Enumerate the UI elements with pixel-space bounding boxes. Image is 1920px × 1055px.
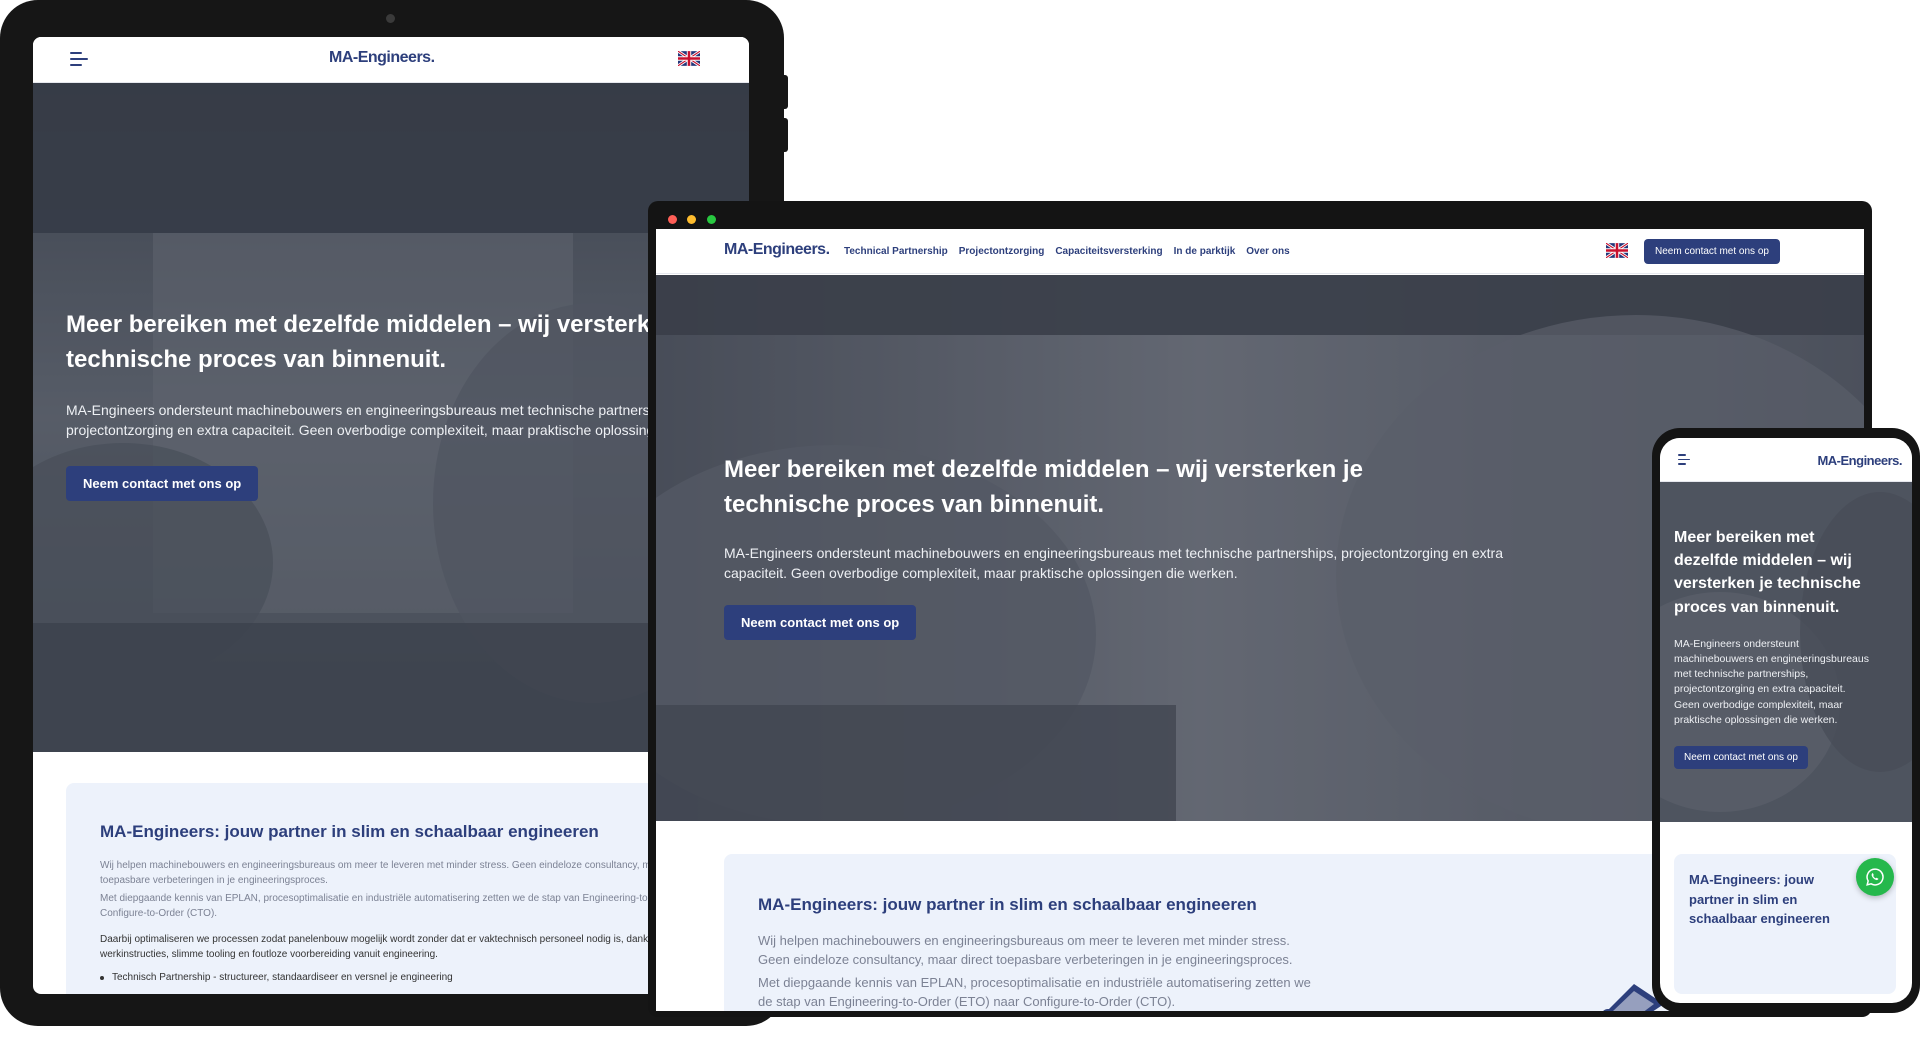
tablet-intro-card: MA-Engineers: jouw partner in slim en sc… [66, 783, 749, 994]
laptop-hero-text: Meer bereiken met dezelfde middelen – wi… [724, 453, 1504, 641]
hero-contact-button[interactable]: Neem contact met ons op [66, 466, 259, 502]
header-contact-button[interactable]: Neem contact met ons op [1644, 239, 1780, 264]
intro-paragraph-1: Wij helpen machinebouwers en engineering… [758, 933, 1293, 967]
main-nav: Technical Partnership Projectontzorging … [844, 246, 1290, 257]
nav-in-de-praktijk[interactable]: In de parktijk [1174, 246, 1236, 257]
phone-device: MA-Engineers. Meer bereiken met dezelfde… [1652, 428, 1920, 1013]
tablet-hero: Meer bereiken met dezelfde middelen – wi… [33, 83, 749, 752]
hero-subtext: MA-Engineers ondersteunt machinebouwers … [1674, 637, 1869, 726]
logo-text: MA-Engineers [724, 241, 826, 258]
bullet-dot [100, 976, 104, 981]
menu-icon[interactable] [1678, 454, 1690, 469]
phone-hero: Meer bereiken met dezelfde middelen – wi… [1660, 482, 1912, 822]
laptop-header: MA-Engineers. Technical Partnership Proj… [656, 229, 1864, 274]
tablet-side-button [782, 75, 788, 109]
menu-icon[interactable] [70, 52, 88, 70]
intro-bullet-text: Technisch Partnership - structureer, sta… [112, 972, 453, 984]
phone-screen: MA-Engineers. Meer bereiken met dezelfde… [1660, 438, 1912, 1003]
logo-text: MA-Engineers [329, 49, 431, 66]
device-mockup-stage: MA-Engineers. Meer bereiken met dezelfde… [0, 0, 1920, 1055]
maximize-dot-icon[interactable] [706, 215, 716, 224]
nav-capaciteitsversterking[interactable]: Capaciteitsversterking [1055, 246, 1162, 257]
intro-heading: MA-Engineers: jouw partner in slim en sc… [100, 822, 599, 841]
close-dot-icon[interactable] [668, 215, 677, 224]
hero-subtext: MA-Engineers ondersteunt machinebouwers … [66, 401, 746, 438]
hero-subtext: MA-Engineers ondersteunt machinebouwers … [724, 544, 1504, 581]
whatsapp-icon [1866, 868, 1884, 886]
hero-contact-button[interactable]: Neem contact met ons op [1674, 746, 1808, 770]
hero-heading: Meer bereiken met dezelfde middelen – wi… [724, 456, 1363, 518]
intro-heading: MA-Engineers: jouw partner in slim en sc… [1689, 872, 1830, 926]
tablet-camera [386, 14, 395, 23]
logo-dot: . [825, 241, 830, 258]
nav-projectontzorging[interactable]: Projectontzorging [959, 246, 1045, 257]
hero-contact-button[interactable]: Neem contact met ons op [724, 605, 917, 641]
phone-header: MA-Engineers. [1660, 438, 1912, 482]
intro-paragraph-2: Met diepgaande kennis van EPLAN, proceso… [758, 974, 1311, 1009]
intro-paragraph-1: Wij helpen machinebouwers en engineering… [100, 860, 693, 886]
tablet-side-button [782, 118, 788, 152]
whatsapp-button[interactable] [1856, 858, 1894, 896]
phone-hero-text: Meer bereiken met dezelfde middelen – wi… [1674, 526, 1869, 770]
tablet-screen: MA-Engineers. Meer bereiken met dezelfde… [33, 37, 749, 994]
intro-paragraph-2: Met diepgaande kennis van EPLAN, proceso… [100, 893, 730, 919]
nav-over-ons[interactable]: Over ons [1246, 246, 1289, 257]
nav-technical-partnership[interactable]: Technical Partnership [844, 246, 948, 257]
logo[interactable]: MA-Engineers. [1817, 453, 1902, 468]
tablet-header: MA-Engineers. [33, 37, 749, 83]
intro-bullet: Technisch Partnership - structureer, sta… [100, 972, 732, 983]
hero-heading: Meer bereiken met dezelfde middelen – wi… [66, 311, 705, 373]
intro-paragraph-3: Daarbij optimaliseren we processen zodat… [100, 934, 693, 960]
logo[interactable]: MA-Engineers. [329, 49, 435, 67]
minimize-dot-icon[interactable] [687, 215, 697, 224]
uk-flag-icon[interactable] [1606, 243, 1628, 258]
hero-heading: Meer bereiken met dezelfde middelen – wi… [1674, 529, 1861, 616]
logo-text: MA-Engineers [1817, 453, 1899, 468]
logo-dot: . [1898, 453, 1903, 468]
tablet-hero-text: Meer bereiken met dezelfde middelen – wi… [66, 308, 749, 502]
logo-dot: . [430, 49, 435, 66]
logo[interactable]: MA-Engineers. [724, 241, 830, 259]
window-controls [668, 211, 722, 229]
uk-flag-icon[interactable] [678, 51, 700, 66]
